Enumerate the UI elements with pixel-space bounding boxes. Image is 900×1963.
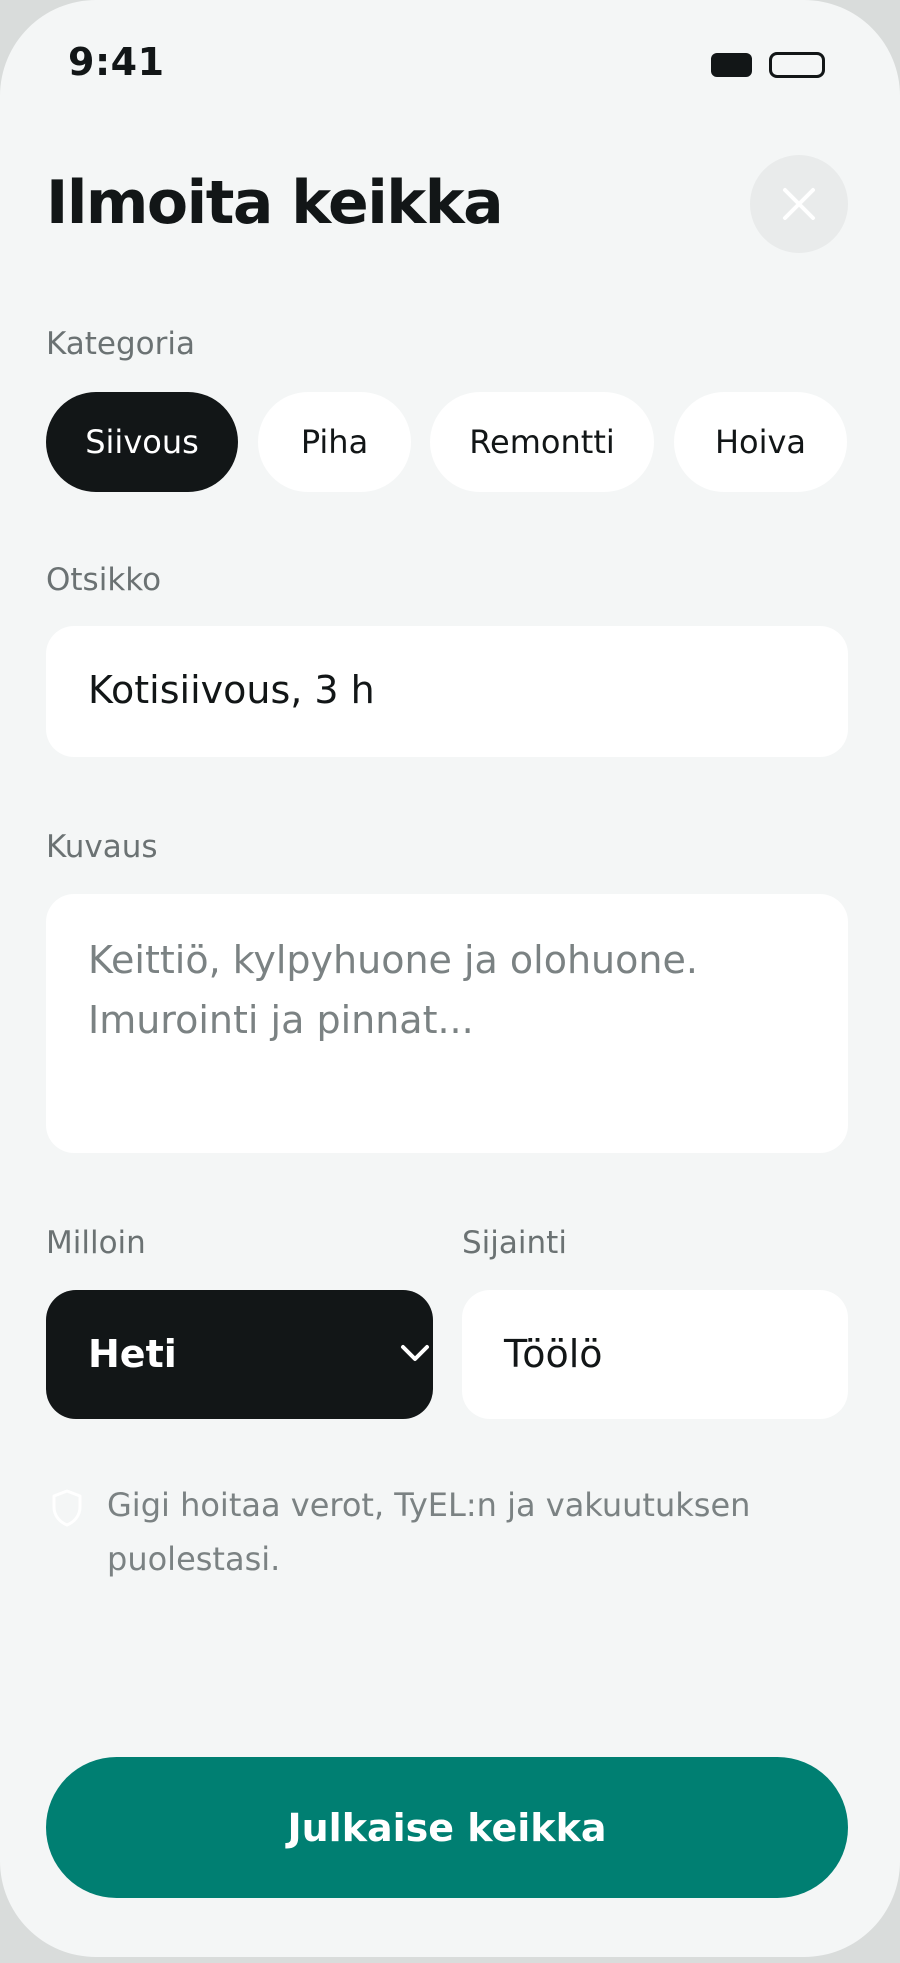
chip-remontti[interactable]: Remontti (430, 392, 654, 492)
signal-icon (711, 53, 752, 77)
shield-icon (50, 1488, 84, 1532)
close-button[interactable] (750, 155, 848, 253)
publish-button[interactable]: Julkaise keikka (46, 1757, 848, 1898)
when-select-value: Heti (88, 1332, 177, 1376)
description-label: Kuvaus (46, 829, 158, 865)
title-input[interactable]: Kotisiivous, 3 h (46, 626, 848, 757)
location-input-value: Töölö (504, 1332, 603, 1376)
chevron-down-icon (398, 1342, 432, 1364)
chip-piha[interactable]: Piha (258, 392, 411, 492)
info-text: Gigi hoitaa verot, TyEL:n ja vakuutuksen… (107, 1486, 751, 1578)
page-title: Ilmoita keikka (46, 168, 504, 238)
description-textarea[interactable]: Keittiö, kylpyhuone ja olohuone. Imuroin… (46, 894, 848, 1153)
battery-icon (769, 52, 825, 78)
close-icon (783, 188, 815, 220)
when-label: Milloin (46, 1225, 146, 1261)
location-label: Sijainti (462, 1225, 567, 1261)
location-input[interactable]: Töölö (462, 1290, 848, 1419)
title-input-value: Kotisiivous, 3 h (88, 668, 375, 712)
description-placeholder: Keittiö, kylpyhuone ja olohuone. Imuroin… (88, 938, 698, 1042)
chip-hoiva[interactable]: Hoiva (674, 392, 847, 492)
title-field-label: Otsikko (46, 562, 162, 598)
app-screen: 9:41 Ilmoita keikka Kategoria Siivous Pi… (0, 0, 900, 1957)
status-time: 9:41 (68, 40, 165, 84)
category-label: Kategoria (46, 326, 196, 362)
chip-siivous[interactable]: Siivous (46, 392, 238, 492)
when-select[interactable]: Heti (46, 1290, 433, 1419)
